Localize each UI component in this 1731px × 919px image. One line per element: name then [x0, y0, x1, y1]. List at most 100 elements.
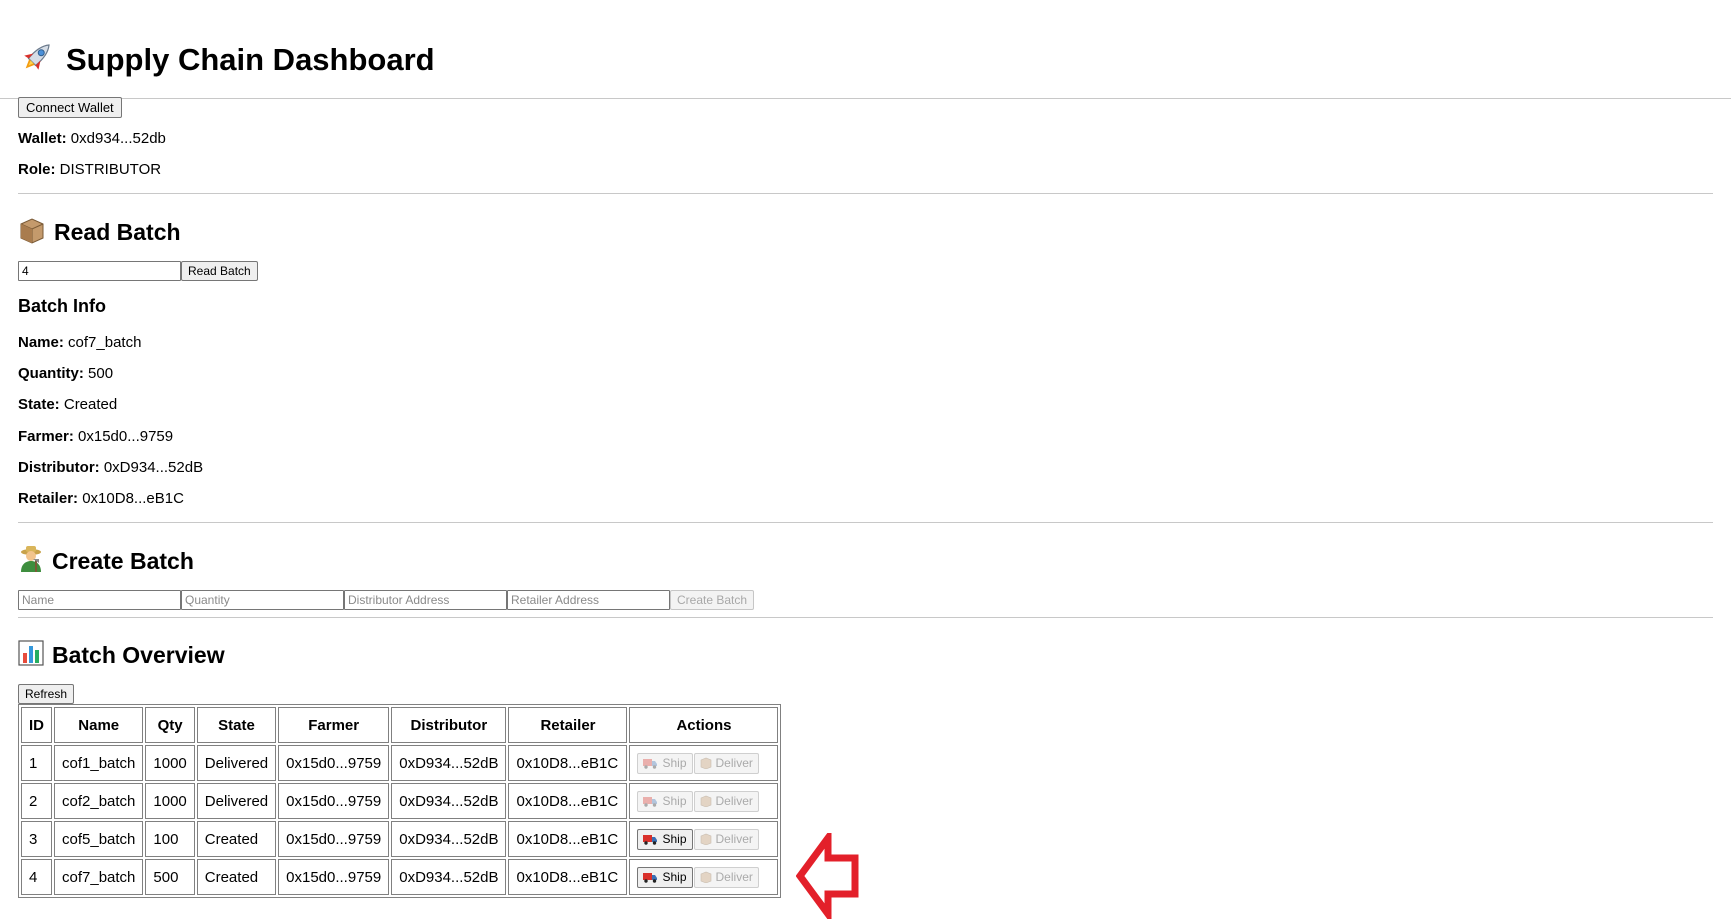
- batch-name-input[interactable]: [18, 590, 181, 610]
- cell-retailer: 0x10D8...eB1C: [508, 783, 628, 819]
- read-batch-button[interactable]: Read Batch: [181, 261, 258, 281]
- wallet-divider: [18, 193, 1713, 194]
- create-batch-divider: [18, 617, 1713, 618]
- truck-icon: [643, 796, 658, 807]
- batch-overview-heading: Batch Overview: [18, 640, 225, 671]
- page-header: Supply Chain Dashboard: [18, 38, 435, 81]
- cell-distributor: 0xD934...52dB: [391, 745, 507, 781]
- wallet-line: Wallet: 0xd934...52db: [18, 130, 166, 147]
- package-icon: [700, 871, 711, 883]
- cell-distributor: 0xD934...52dB: [391, 859, 507, 895]
- truck-icon: [643, 872, 658, 883]
- cell-state: Created: [196, 859, 277, 895]
- deliver-label: Deliver: [715, 832, 753, 846]
- rocket-icon: [18, 38, 56, 81]
- cell-qty: 100: [145, 821, 195, 857]
- red-arrow-left-icon: [795, 827, 860, 919]
- ship-button[interactable]: Ship: [637, 790, 693, 812]
- cell-retailer: 0x10D8...eB1C: [508, 821, 628, 857]
- cell-farmer: 0x15d0...9759: [278, 745, 390, 781]
- package-icon: [700, 833, 711, 845]
- cell-name: cof7_batch: [54, 859, 144, 895]
- cell-qty: 1000: [145, 783, 195, 819]
- field-label: Distributor:: [18, 459, 100, 476]
- ship-button[interactable]: Ship: [637, 828, 693, 850]
- truck-icon: [643, 834, 658, 845]
- wallet-label: Wallet:: [18, 130, 67, 147]
- cell-farmer: 0x15d0...9759: [278, 783, 390, 819]
- read-batch-divider: [18, 522, 1713, 523]
- field-label: Name:: [18, 334, 64, 351]
- cell-retailer: 0x10D8...eB1C: [508, 859, 628, 895]
- table-row: 4 cof7_batch 500 Created 0x15d0...9759 0…: [21, 859, 779, 895]
- batch-info-retailer: Retailer: 0x10D8...eB1C: [18, 490, 184, 507]
- create-batch-title: Create Batch: [52, 548, 194, 574]
- role-label: Role:: [18, 161, 56, 178]
- deliver-label: Deliver: [715, 756, 753, 770]
- cell-actions: Ship Deliver: [629, 821, 779, 857]
- package-icon: [700, 757, 711, 769]
- field-value: Created: [63, 396, 118, 413]
- cell-actions: Ship Deliver: [629, 783, 779, 819]
- table-row: 2 cof2_batch 1000 Delivered 0x15d0...975…: [21, 783, 779, 819]
- column-header-distributor: Distributor: [391, 707, 507, 743]
- cell-name: cof1_batch: [54, 745, 144, 781]
- deliver-button[interactable]: Deliver: [693, 790, 759, 812]
- batch-overview-title: Batch Overview: [52, 642, 225, 668]
- package-icon: [700, 795, 711, 807]
- batch-id-input[interactable]: [18, 261, 181, 281]
- bar-chart-icon: [18, 640, 44, 671]
- retailer-address-input[interactable]: [507, 590, 670, 610]
- read-batch-heading: Read Batch: [18, 216, 181, 249]
- refresh-button[interactable]: Refresh: [18, 684, 75, 704]
- ship-button[interactable]: Ship: [637, 866, 693, 888]
- column-header-farmer: Farmer: [278, 707, 390, 743]
- column-header-retailer: Retailer: [508, 707, 628, 743]
- cell-state: Delivered: [196, 783, 277, 819]
- batch-info-title: Batch Info: [18, 296, 106, 316]
- batch-info-distributor: Distributor: 0xD934...52dB: [18, 459, 203, 476]
- cell-qty: 1000: [145, 745, 195, 781]
- read-batch-form: Read Batch: [18, 261, 258, 281]
- cell-name: cof2_batch: [54, 783, 144, 819]
- cell-qty: 500: [145, 859, 195, 895]
- table-header-row: ID Name Qty State Farmer Distributor Ret…: [21, 707, 779, 743]
- batch-info-farmer: Farmer: 0x15d0...9759: [18, 428, 173, 445]
- page-title: Supply Chain Dashboard: [66, 41, 435, 77]
- cell-actions: Ship Deliver: [629, 859, 779, 895]
- deliver-button[interactable]: Deliver: [693, 828, 759, 850]
- batch-info-quantity: Quantity: 500: [18, 365, 113, 382]
- deliver-label: Deliver: [715, 870, 753, 884]
- read-batch-title: Read Batch: [54, 219, 181, 245]
- table-row: 1 cof1_batch 1000 Delivered 0x15d0...975…: [21, 745, 779, 781]
- create-batch-heading: Create Batch: [18, 545, 194, 578]
- deliver-label: Deliver: [715, 794, 753, 808]
- farmer-icon: [18, 545, 44, 578]
- create-batch-button[interactable]: Create Batch: [670, 590, 755, 610]
- role-line: Role: DISTRIBUTOR: [18, 161, 161, 178]
- field-value: 0x10D8...eB1C: [82, 490, 184, 507]
- field-value: cof7_batch: [68, 334, 142, 351]
- field-label: State:: [18, 396, 60, 413]
- wallet-address: 0xd934...52db: [70, 130, 166, 147]
- field-label: Quantity:: [18, 365, 84, 382]
- cell-id: 1: [21, 745, 52, 781]
- field-value: 500: [88, 365, 114, 382]
- cell-id: 2: [21, 783, 52, 819]
- ship-button[interactable]: Ship: [637, 752, 693, 774]
- cell-actions: Ship Deliver: [629, 745, 779, 781]
- cell-farmer: 0x15d0...9759: [278, 821, 390, 857]
- cell-farmer: 0x15d0...9759: [278, 859, 390, 895]
- cell-id: 4: [21, 859, 52, 895]
- deliver-button[interactable]: Deliver: [693, 752, 759, 774]
- distributor-address-input[interactable]: [344, 590, 507, 610]
- batch-info-name: Name: cof7_batch: [18, 334, 141, 351]
- create-batch-form: Create Batch: [18, 590, 755, 610]
- cell-state: Delivered: [196, 745, 277, 781]
- quantity-input[interactable]: [181, 590, 344, 610]
- connect-wallet-button[interactable]: Connect Wallet: [18, 97, 122, 118]
- field-value: 0xD934...52dB: [103, 459, 204, 476]
- deliver-button[interactable]: Deliver: [693, 866, 759, 888]
- batch-info-state: State: Created: [18, 396, 117, 413]
- table-row: 3 cof5_batch 100 Created 0x15d0...9759 0…: [21, 821, 779, 857]
